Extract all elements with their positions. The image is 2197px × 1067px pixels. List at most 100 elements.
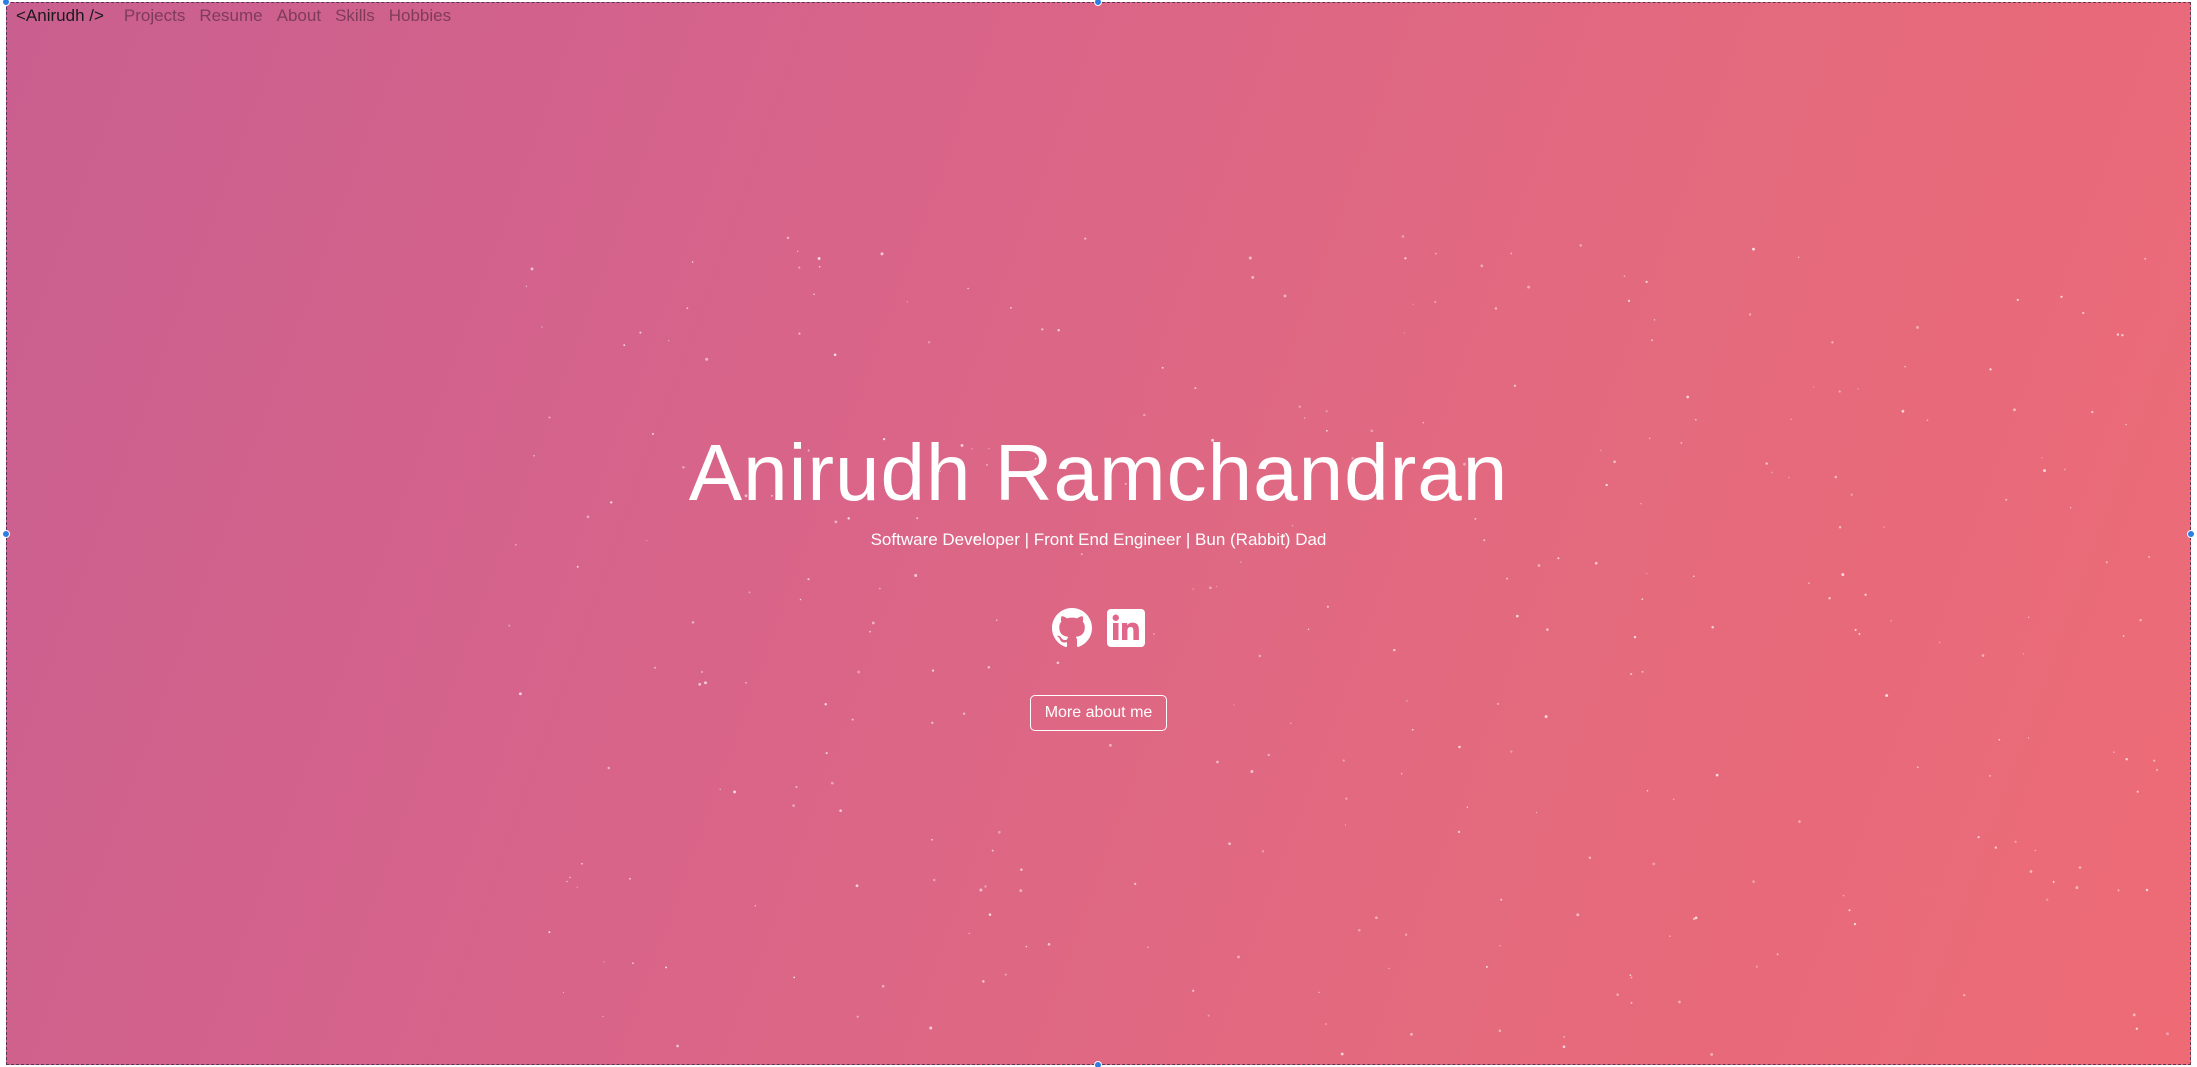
nav-link-hobbies[interactable]: Hobbies (389, 6, 451, 26)
star-dot (1403, 332, 1405, 334)
resize-handle-right[interactable] (2187, 530, 2195, 538)
star-dot (1672, 798, 1675, 801)
star-dot (548, 931, 551, 934)
star-dot (667, 339, 670, 342)
star-dot (1510, 252, 1513, 255)
star-dot (1047, 943, 1051, 946)
star-dot (1645, 280, 1648, 284)
star-dot (2155, 768, 2159, 772)
linkedin-link[interactable] (1106, 608, 1146, 648)
star-dot (1926, 419, 1929, 421)
star-dot (881, 984, 885, 988)
star-dot (1192, 588, 1194, 590)
star-dot (607, 766, 610, 770)
star-dot (1358, 929, 1361, 932)
star-dot (603, 961, 605, 963)
star-dot (1623, 275, 1626, 277)
star-dot (825, 752, 828, 755)
star-dot (1303, 417, 1306, 419)
github-link[interactable] (1051, 608, 1092, 648)
star-dot (665, 966, 668, 969)
star-dot (700, 671, 703, 673)
star-dot (795, 785, 798, 789)
star-dot (1250, 770, 1254, 773)
star-dot (1641, 598, 1644, 601)
star-dot (1147, 946, 1149, 948)
hero-title: Anirudh Ramchandran (688, 428, 1509, 517)
star-dot (2166, 1032, 2169, 1036)
star-dot (1466, 806, 1469, 808)
star-dot (1916, 325, 1919, 329)
star-dot (2116, 333, 2120, 336)
star-dot (817, 257, 821, 260)
star-dot (1237, 955, 1240, 959)
star-dot (1812, 386, 1815, 388)
star-dot (1693, 575, 1695, 577)
resize-handle-left[interactable] (2, 530, 10, 538)
star-dot (1694, 916, 1698, 920)
star-dot (1630, 673, 1633, 676)
star-dot (1838, 526, 1842, 529)
star-dot (1864, 593, 1867, 596)
star-dot (733, 790, 737, 794)
star-dot (1434, 301, 1437, 303)
nav-link-projects[interactable]: Projects (124, 6, 185, 26)
star-dot (1848, 909, 1851, 912)
star-dot (1494, 307, 1498, 310)
star-dot (2132, 1013, 2136, 1017)
star-dot (879, 587, 881, 590)
star-dot (967, 287, 969, 290)
star-dot (813, 293, 815, 296)
star-dot (1393, 648, 1396, 652)
nav-link-resume[interactable]: Resume (199, 6, 262, 26)
star-dot (1283, 294, 1287, 298)
star-dot (2075, 886, 2079, 890)
star-dot (1207, 1014, 1210, 1017)
star-dot (1977, 836, 1980, 839)
star-dot (1710, 1053, 1714, 1056)
github-icon (1051, 608, 1092, 648)
star-dot (807, 578, 810, 581)
star-dot (562, 991, 565, 994)
star-dot (1616, 993, 1619, 996)
brand-logo[interactable]: <Anirudh /> (16, 6, 104, 26)
star-dot (1535, 811, 1538, 814)
star-dot (1485, 965, 1488, 968)
star-dot (1404, 257, 1407, 260)
star-dot (1161, 366, 1164, 369)
star-dot (1216, 760, 1219, 764)
star-dot (1267, 753, 1270, 757)
star-dot (1752, 247, 1755, 251)
star-dot (857, 670, 861, 674)
star-dot (1562, 1045, 1566, 1049)
resize-handle-bottom[interactable] (1094, 1061, 1102, 1067)
star-dot (639, 331, 642, 334)
star-dot (2052, 880, 2055, 883)
star-dot (2121, 334, 2124, 337)
star-dot (1883, 526, 1885, 528)
star-dot (1215, 585, 1218, 588)
star-dot (1480, 264, 1484, 268)
star-dot (991, 849, 994, 852)
star-dot (654, 666, 656, 669)
social-links (6, 608, 2191, 648)
more-about-me-button[interactable]: More about me (1029, 695, 1168, 731)
nav-link-skills[interactable]: Skills (335, 6, 375, 26)
star-dot (2034, 849, 2036, 852)
star-dot (988, 913, 992, 916)
star-dot (798, 266, 801, 269)
star-dot (1594, 561, 1598, 565)
star-dot (1653, 319, 1656, 321)
star-dot (1641, 670, 1644, 673)
star-dot (2125, 423, 2127, 426)
star-dot (1325, 1023, 1327, 1025)
star-dot (931, 669, 935, 672)
star-dot (929, 1026, 933, 1030)
star-dot (1510, 750, 1513, 753)
star-dot (602, 1015, 604, 1018)
nav-link-about[interactable]: About (277, 6, 321, 26)
star-dot (1842, 894, 1845, 897)
star-dot (632, 962, 634, 965)
star-dot (932, 878, 936, 882)
star-dot (2105, 561, 2108, 564)
